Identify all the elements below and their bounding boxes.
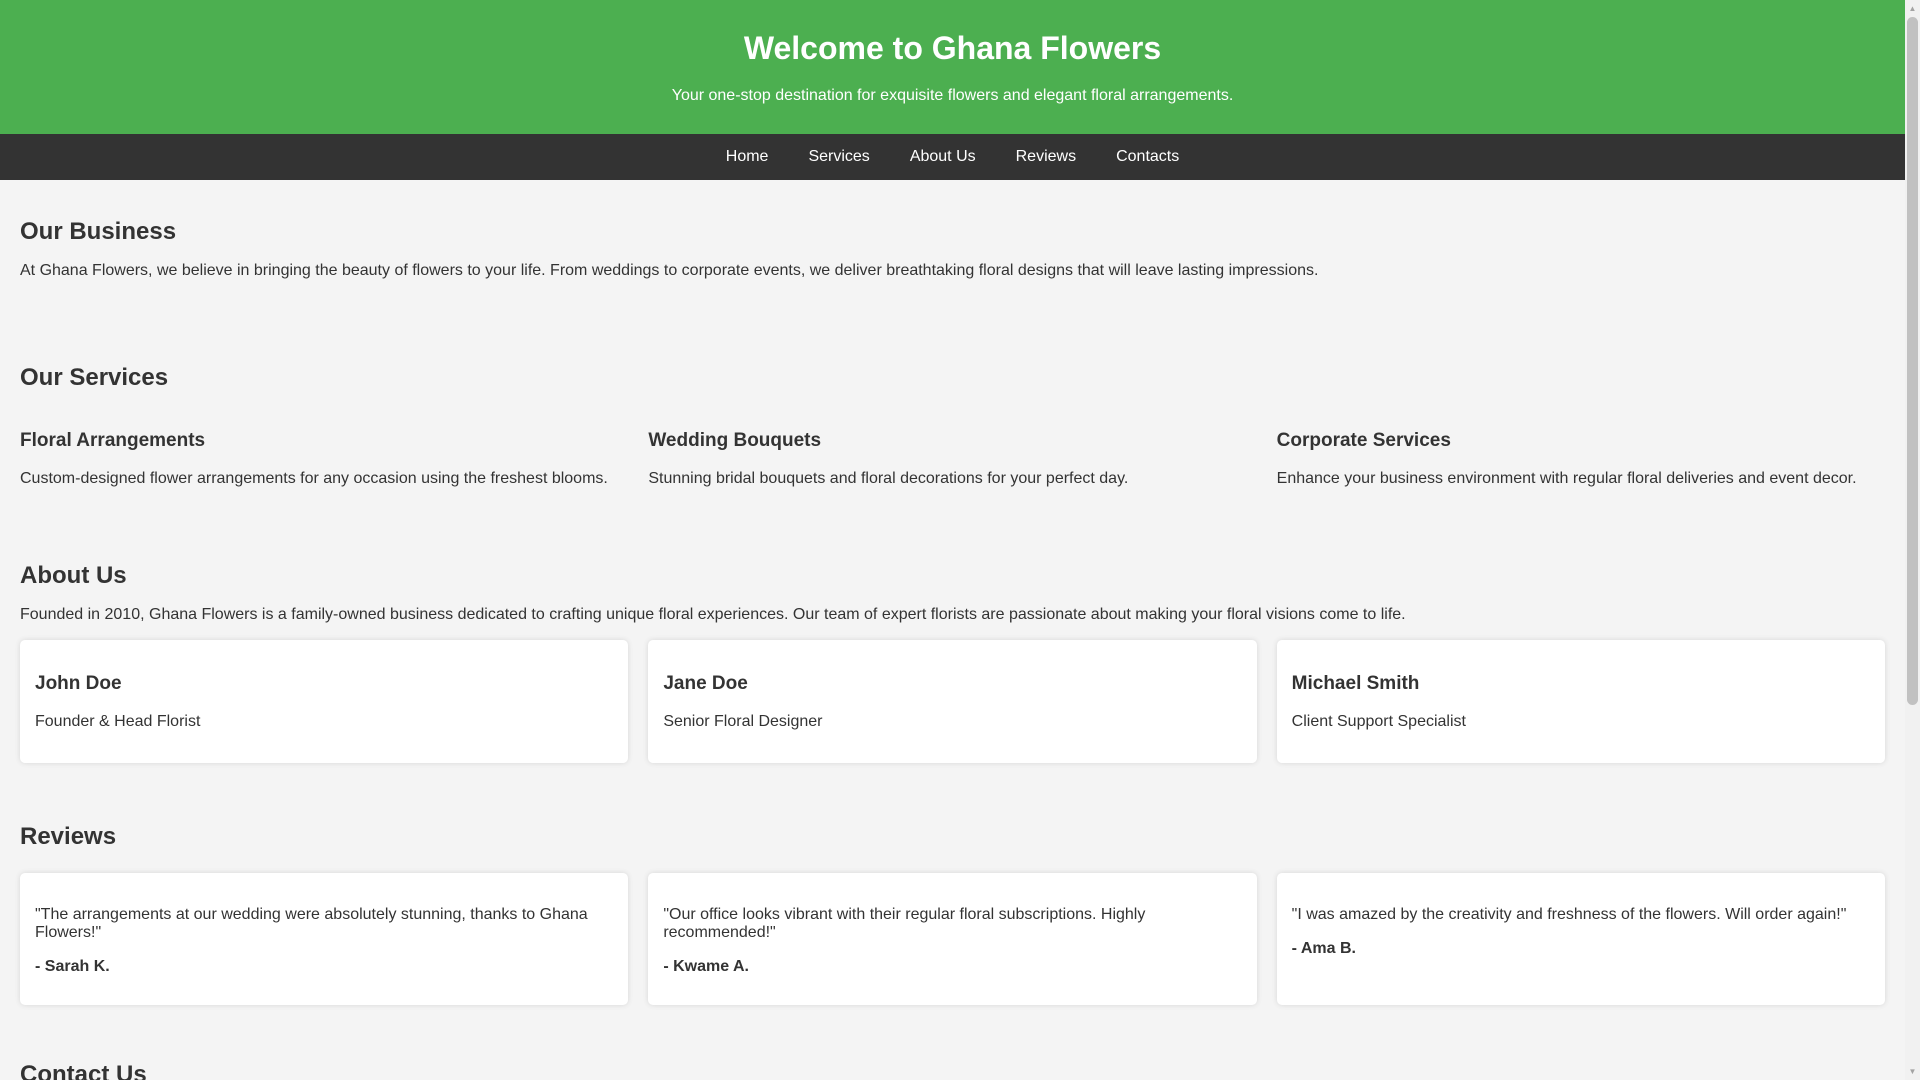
business-description: At Ghana Flowers, we believe in bringing… bbox=[20, 262, 1319, 279]
team-member-card: Michael Smith Client Support Specialist bbox=[1276, 640, 1885, 763]
services-section: Our Services Floral Arrangements Custom-… bbox=[20, 280, 1885, 488]
nav-link-reviews[interactable]: Reviews bbox=[996, 134, 1096, 180]
service-description: Custom-designed flower arrangements for … bbox=[20, 470, 608, 487]
business-heading: Our Business bbox=[20, 218, 177, 245]
team-grid: John Doe Founder & Head Florist Jane Doe… bbox=[20, 640, 1885, 763]
review-author: - Sarah K. bbox=[35, 958, 110, 975]
reviews-grid: "The arrangements at our wedding were ab… bbox=[20, 873, 1885, 1005]
site-tagline: Your one-stop destination for exquisite … bbox=[671, 87, 1234, 104]
reviews-section: Reviews "The arrangements at our wedding… bbox=[20, 763, 1885, 1005]
review-card: "I was amazed by the creativity and fres… bbox=[1276, 873, 1885, 1005]
scroll-down-icon[interactable]: ▼ bbox=[1905, 1063, 1920, 1080]
service-title: Wedding Bouquets bbox=[648, 430, 822, 451]
contact-heading: Contact Us bbox=[20, 1061, 147, 1080]
review-author: - Kwame A. bbox=[663, 958, 749, 975]
page-viewport: Welcome to Ghana Flowers Your one-stop d… bbox=[0, 0, 1905, 1080]
services-grid: Floral Arrangements Custom-designed flow… bbox=[20, 416, 1885, 488]
team-member-role: Client Support Specialist bbox=[1291, 713, 1466, 730]
review-card: "Our office looks vibrant with their reg… bbox=[648, 873, 1257, 1005]
review-author: - Ama B. bbox=[1291, 940, 1356, 957]
team-member-role: Senior Floral Designer bbox=[663, 713, 823, 730]
team-member-name: Jane Doe bbox=[663, 673, 748, 694]
nav-link-contacts[interactable]: Contacts bbox=[1096, 134, 1199, 180]
scrollbar-thumb[interactable] bbox=[1907, 17, 1918, 705]
team-member-name: John Doe bbox=[35, 673, 122, 694]
nav-link-home[interactable]: Home bbox=[706, 134, 789, 180]
review-quote: "The arrangements at our wedding were ab… bbox=[35, 906, 588, 941]
service-description: Enhance your business environment with r… bbox=[1276, 470, 1857, 487]
site-title: Welcome to Ghana Flowers bbox=[743, 30, 1162, 66]
service-item: Wedding Bouquets Stunning bridal bouquet… bbox=[648, 416, 1256, 488]
nav-link-about-us[interactable]: About Us bbox=[890, 134, 996, 180]
services-heading: Our Services bbox=[20, 364, 169, 391]
about-description: Founded in 2010, Ghana Flowers is a fami… bbox=[20, 606, 1406, 623]
review-quote: "Our office looks vibrant with their reg… bbox=[663, 906, 1146, 941]
business-section: Our Business At Ghana Flowers, we believ… bbox=[20, 180, 1885, 280]
reviews-heading: Reviews bbox=[20, 823, 117, 850]
hero-header: Welcome to Ghana Flowers Your one-stop d… bbox=[0, 0, 1905, 134]
review-quote: "I was amazed by the creativity and fres… bbox=[1291, 906, 1847, 923]
team-member-role: Founder & Head Florist bbox=[35, 713, 201, 730]
service-item: Corporate Services Enhance your business… bbox=[1277, 416, 1885, 488]
team-member-card: Jane Doe Senior Floral Designer bbox=[648, 640, 1257, 763]
contact-section: Contact Us bbox=[20, 1005, 1885, 1080]
service-title: Corporate Services bbox=[1276, 430, 1451, 451]
review-card: "The arrangements at our wedding were ab… bbox=[20, 873, 629, 1005]
scroll-up-icon[interactable]: ▲ bbox=[1905, 0, 1920, 17]
main-nav: Home Services About Us Reviews Contacts bbox=[0, 134, 1905, 180]
about-heading: About Us bbox=[20, 562, 127, 589]
service-description: Stunning bridal bouquets and floral deco… bbox=[648, 470, 1129, 487]
main-content: Our Business At Ghana Flowers, we believ… bbox=[0, 180, 1905, 1080]
service-title: Floral Arrangements bbox=[20, 430, 206, 451]
team-member-name: Michael Smith bbox=[1291, 673, 1420, 694]
nav-link-services[interactable]: Services bbox=[788, 134, 889, 180]
vertical-scrollbar[interactable]: ▲ ▼ bbox=[1905, 0, 1920, 1080]
service-item: Floral Arrangements Custom-designed flow… bbox=[20, 416, 628, 488]
team-member-card: John Doe Founder & Head Florist bbox=[20, 640, 629, 763]
about-section: About Us Founded in 2010, Ghana Flowers … bbox=[20, 488, 1885, 763]
